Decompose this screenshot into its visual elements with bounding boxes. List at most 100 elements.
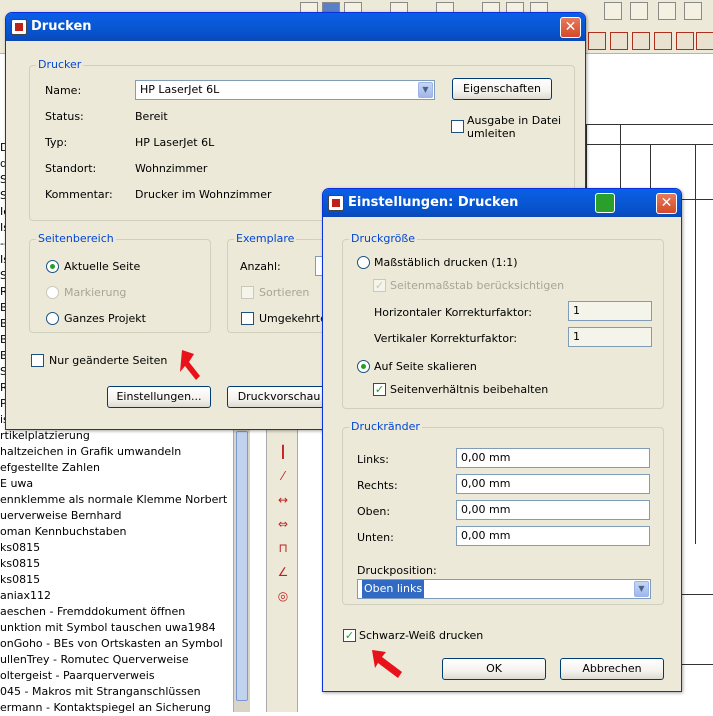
vertical-toolbar: ┃ ⁄ ↔ ⇔ ⊓ ∠ ◎ (266, 425, 298, 712)
position-select[interactable]: Oben links ▼ (357, 579, 651, 599)
range-project-label: Ganzes Projekt (64, 312, 146, 325)
left-margin-label: Links: (357, 453, 389, 466)
range-selection-radio (46, 286, 59, 299)
settings-dialog-title: Einstellungen: Drucken (348, 195, 519, 210)
list-item[interactable]: oltergeist - Paarquerverweis (0, 668, 240, 684)
settings-button[interactable]: Einstellungen... (107, 386, 211, 408)
annotation-arrow-icon (180, 350, 200, 380)
line-tool-icon[interactable]: ┃ (275, 445, 291, 459)
comment-value: Drucker im Wohnzimmer (135, 188, 272, 201)
redirect-checkbox[interactable] (451, 120, 464, 133)
printer-group-label: Drucker (36, 58, 84, 71)
properties-button[interactable]: Eigenschaften (452, 78, 552, 100)
horiz-factor-input[interactable]: 1 (568, 301, 652, 321)
scale-radio[interactable] (357, 256, 370, 269)
printer-name-value: HP LaserJet 6L (140, 83, 220, 96)
top-margin-label: Oben: (357, 505, 391, 518)
status-value: Bereit (135, 110, 168, 123)
list-item[interactable]: ks0815 (0, 540, 240, 556)
dimension-tool-icon[interactable]: ↔ (275, 493, 291, 507)
list-item[interactable]: E uwa (0, 476, 240, 492)
list-item[interactable]: onGoho - BEs von Ortskasten an Symbol (0, 636, 240, 652)
list-item[interactable]: haltzeichen in Grafik umwandeln (0, 444, 240, 460)
printer-app-icon (328, 195, 344, 211)
print-size-label: Druckgröße (349, 232, 418, 245)
list-item[interactable]: ks0815 (0, 556, 240, 572)
collate-checkbox (241, 286, 254, 299)
ok-button[interactable]: OK (442, 658, 546, 680)
toolbar-button[interactable] (604, 2, 622, 20)
toolbar-button[interactable] (588, 32, 606, 50)
list-item[interactable]: uerverweise Bernhard (0, 508, 240, 524)
fit-page-radio[interactable] (357, 360, 370, 373)
collate-label: Sortieren (259, 286, 310, 299)
print-dialog-title: Drucken (31, 19, 92, 34)
only-changed-checkbox[interactable] (31, 354, 44, 367)
print-dialog-titlebar[interactable]: Drucken ✕ (6, 13, 585, 41)
only-changed-label: Nur geänderte Seiten (49, 354, 168, 367)
annotation-arrow-icon (372, 650, 402, 678)
list-item[interactable]: aniax112 (0, 588, 240, 604)
page-range-label: Seitenbereich (36, 232, 116, 245)
vert-factor-input[interactable]: 1 (568, 327, 652, 347)
toolbar-button[interactable] (610, 32, 628, 50)
list-item[interactable]: ennklemme als normale Klemme Norbert (0, 492, 240, 508)
range-current-radio[interactable] (46, 260, 59, 273)
angle-tool-icon[interactable]: ∠ (275, 565, 291, 579)
list-scrollbar[interactable] (233, 425, 250, 712)
top-margin-input[interactable]: 0,00 mm (456, 500, 650, 520)
horiz-factor-label: Horizontaler Korrekturfaktor: (374, 306, 532, 319)
left-margin-input[interactable]: 0,00 mm (456, 448, 650, 468)
list-item[interactable]: oman Kennbuchstaben (0, 524, 240, 540)
reverse-checkbox[interactable] (241, 312, 254, 325)
keep-ratio-checkbox[interactable]: ✓ (373, 383, 386, 396)
printer-icon[interactable] (595, 193, 615, 213)
status-label: Status: (45, 110, 84, 123)
toolbar-button[interactable] (630, 2, 648, 20)
type-label: Typ: (45, 136, 68, 149)
chevron-down-icon[interactable]: ▼ (418, 82, 433, 98)
range-project-radio[interactable] (46, 312, 59, 325)
toolbar-button[interactable] (696, 32, 713, 50)
name-label: Name: (45, 84, 82, 97)
printer-name-select[interactable]: HP LaserJet 6L ▼ (135, 80, 435, 100)
settings-dialog-titlebar[interactable]: Einstellungen: Drucken ✕ (323, 189, 681, 217)
redirect-label: Ausgabe in Datei umleiten (467, 114, 562, 140)
bracket-tool-icon[interactable]: ⊓ (275, 541, 291, 555)
range-selection-label: Markierung (64, 286, 127, 299)
list-item[interactable]: 045 - Makros mit Stranganschlüssen (0, 684, 240, 700)
position-value: Oben links (362, 580, 425, 598)
bw-print-checkbox[interactable]: ✓ (343, 629, 356, 642)
toolbar-button[interactable] (654, 32, 672, 50)
toolbar-button[interactable] (676, 32, 694, 50)
dimension-tool-icon[interactable]: ⇔ (275, 517, 291, 531)
right-margin-input[interactable]: 0,00 mm (456, 474, 650, 494)
toolbar-button[interactable] (684, 2, 702, 20)
range-current-label: Aktuelle Seite (64, 260, 141, 273)
cancel-button[interactable]: Abbrechen (560, 658, 664, 680)
list-item[interactable]: rtikelplatzierung (0, 428, 240, 444)
position-label: Druckposition: (357, 564, 437, 577)
list-item[interactable]: unktion mit Symbol tauschen uwa1984 (0, 620, 240, 636)
location-value: Wohnzimmer (135, 162, 208, 175)
close-button[interactable]: ✕ (656, 193, 677, 214)
consider-scale-label: Seitenmaßstab berücksichtigen (390, 279, 565, 292)
toolbar-button[interactable] (658, 2, 676, 20)
list-item[interactable]: aeschen - Fremddokument öffnen (0, 604, 240, 620)
chevron-down-icon[interactable]: ▼ (634, 581, 649, 597)
bottom-margin-input[interactable]: 0,00 mm (456, 526, 650, 546)
list-item[interactable]: ullenTrey - Romutec Querverweise (0, 652, 240, 668)
circle-tool-icon[interactable]: ◎ (275, 589, 291, 603)
count-label: Anzahl: (240, 260, 281, 273)
toolbar-button[interactable] (632, 32, 650, 50)
location-label: Standort: (45, 162, 97, 175)
preview-button[interactable]: Druckvorschau (227, 386, 331, 408)
comment-label: Kommentar: (45, 188, 113, 201)
list-item[interactable]: efgestellte Zahlen (0, 460, 240, 476)
close-button[interactable]: ✕ (560, 17, 581, 38)
list-item[interactable]: ermann - Kontaktspiegel an Sicherung (0, 700, 240, 716)
diagonal-tool-icon[interactable]: ⁄ (275, 469, 291, 483)
margins-label: Druckränder (349, 420, 422, 433)
vert-factor-label: Vertikaler Korrekturfaktor: (374, 332, 518, 345)
list-item[interactable]: ks0815 (0, 572, 240, 588)
